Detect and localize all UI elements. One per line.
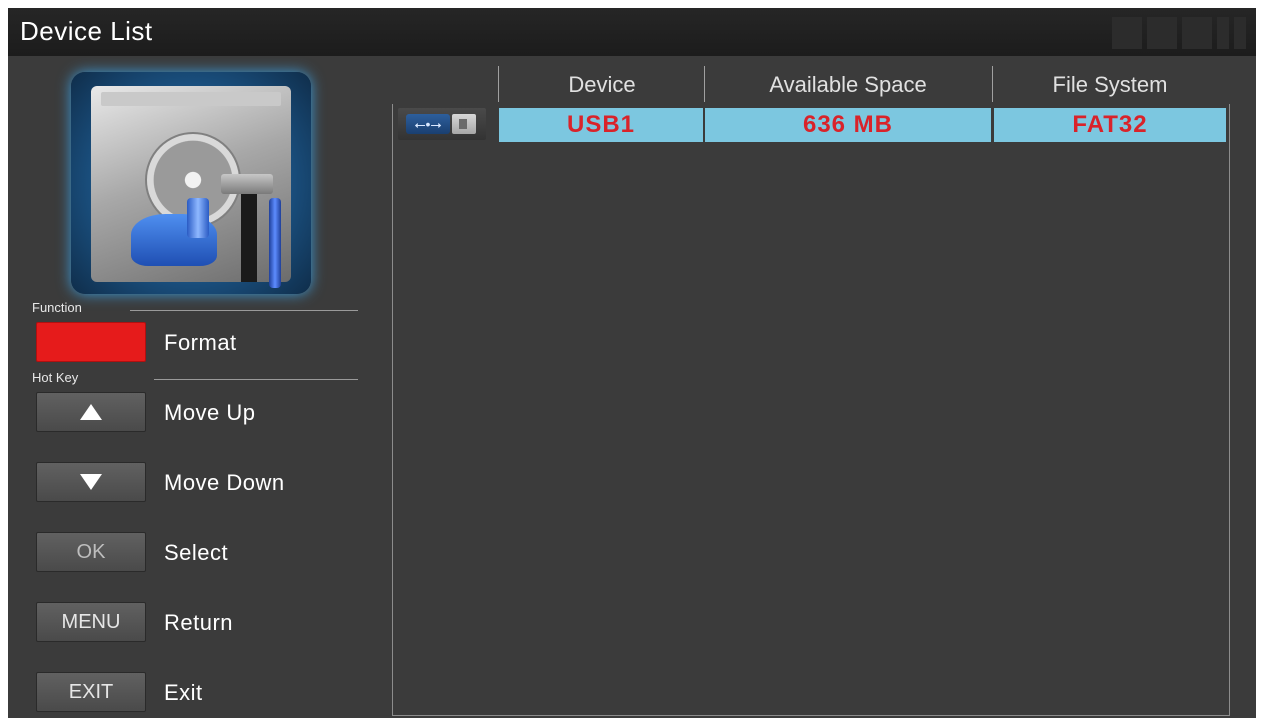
- signal-indicator-icon: [1112, 17, 1246, 49]
- usb-symbol-icon: ⭠•⭢: [406, 114, 450, 134]
- column-header-device: Device: [568, 72, 636, 97]
- table-row-file-system-cell[interactable]: FAT32: [994, 108, 1226, 142]
- device-list-screen: Device List Function Format Hot Key Move…: [8, 8, 1256, 718]
- column-separator: [992, 66, 993, 102]
- format-label: Format: [164, 330, 237, 355]
- window-title: Device List: [20, 16, 153, 46]
- table-row-device-cell[interactable]: USB1: [499, 108, 703, 142]
- menu-button[interactable]: MENU: [36, 602, 146, 642]
- up-arrow-icon: [80, 404, 102, 420]
- exit-label: Exit: [164, 680, 203, 705]
- move-up-button[interactable]: [36, 392, 146, 432]
- column-header-available-space: Available Space: [769, 72, 927, 97]
- usb-drive-icon[interactable]: ⭠•⭢: [398, 108, 486, 140]
- move-down-button[interactable]: [36, 462, 146, 502]
- exit-button[interactable]: EXIT: [36, 672, 146, 712]
- format-red-button[interactable]: [36, 322, 146, 362]
- function-section-label: Function: [32, 300, 82, 315]
- return-label: Return: [164, 610, 234, 635]
- hotkey-section-label: Hot Key: [32, 370, 79, 385]
- signal-bar: [1234, 17, 1246, 49]
- title-bar: Device List: [8, 8, 1256, 56]
- device-table: [392, 104, 1230, 716]
- screwdriver-icon: [269, 198, 281, 288]
- signal-bar: [1217, 17, 1229, 49]
- hotkey-divider: [154, 379, 358, 380]
- signal-bar: [1147, 17, 1177, 49]
- table-row-available-space-cell[interactable]: 636 MB: [705, 108, 991, 142]
- move-down-label: Move Down: [164, 470, 285, 495]
- signal-bar: [1112, 17, 1142, 49]
- column-header-file-system: File System: [1052, 72, 1168, 97]
- hammer-icon: [241, 182, 257, 282]
- ok-button[interactable]: OK: [36, 532, 146, 572]
- down-arrow-icon: [80, 474, 102, 490]
- hdd-tools-icon: [71, 72, 311, 294]
- select-label: Select: [164, 540, 229, 565]
- column-separator: [498, 66, 499, 102]
- signal-bar: [1182, 17, 1212, 49]
- function-divider: [130, 310, 358, 311]
- move-up-label: Move Up: [164, 400, 256, 425]
